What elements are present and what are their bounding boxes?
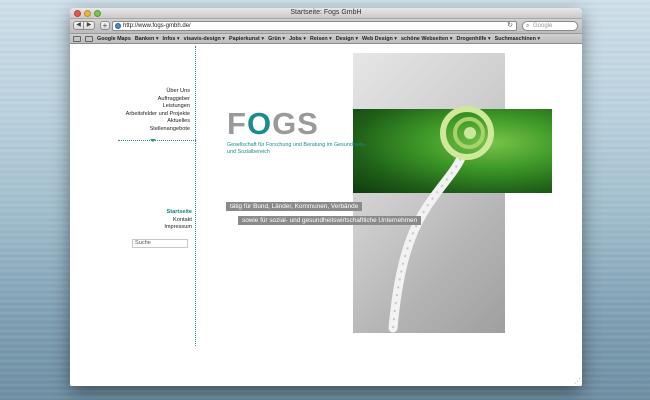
- nav-item-ueber-uns[interactable]: Über Uns: [70, 88, 192, 96]
- banner-line-2: sowie für sozial- und gesundheitswirtsch…: [238, 216, 422, 225]
- bookmark-item[interactable]: Drogenhilfe ▾: [456, 36, 490, 42]
- bookmark-item[interactable]: Design ▾: [336, 36, 358, 42]
- back-button[interactable]: ◀: [73, 21, 84, 30]
- bookmark-item[interactable]: Infos ▾: [163, 36, 180, 42]
- bookmark-item[interactable]: Reisen ▾: [310, 36, 332, 42]
- bookmark-item[interactable]: Papierkunst ▾: [229, 36, 264, 42]
- nav-item-startseite[interactable]: Startseite: [70, 209, 193, 217]
- bookmark-item[interactable]: Suchmaschinen ▾: [495, 36, 541, 42]
- bookmark-item[interactable]: visavis-design ▾: [184, 36, 225, 42]
- title-bar: Startseite: Fogs GmbH: [70, 8, 582, 19]
- reload-icon[interactable]: ↻: [507, 22, 513, 30]
- fogs-logo: FOGS: [227, 106, 319, 141]
- globe-icon: [115, 23, 121, 29]
- address-bar[interactable]: http://www.fogs-gmbh.de/ ↻: [112, 21, 517, 31]
- nav-item-kontakt[interactable]: Kontakt: [70, 217, 192, 225]
- search-placeholder: Google: [533, 23, 553, 29]
- resize-grip-icon[interactable]: ⋰: [574, 377, 581, 385]
- browser-window: Startseite: Fogs GmbH ◀ ▶ + http://www.f…: [70, 8, 582, 386]
- nav-item-arbeitsfelder[interactable]: Arbeitsfelder und Projekte: [70, 111, 192, 119]
- url-text: http://www.fogs-gmbh.de/: [123, 23, 191, 29]
- reading-list-icon[interactable]: [73, 35, 81, 42]
- bookmarks-bar: Google Maps Banken ▾ Infos ▾ visavis-des…: [70, 34, 582, 44]
- nav-item-impressum[interactable]: Impressum: [70, 224, 192, 232]
- logo-letter-f: F: [227, 106, 247, 141]
- nav-divider: [118, 140, 196, 141]
- browser-toolbar: ◀ ▶ + http://www.fogs-gmbh.de/ ↻ ⌕ Googl…: [70, 19, 582, 34]
- logo-letter-o: O: [246, 106, 273, 141]
- bookmarks-grid-icon[interactable]: [85, 35, 93, 42]
- secondary-nav: Startseite Kontakt Impressum: [70, 209, 192, 232]
- bookmark-item[interactable]: Google Maps: [97, 36, 131, 42]
- add-bookmark-button[interactable]: +: [100, 21, 110, 30]
- forward-button[interactable]: ▶: [84, 21, 95, 30]
- search-icon: ⌕: [526, 23, 530, 29]
- site-search-input[interactable]: Suche: [132, 239, 188, 248]
- nav-item-auftraggeber[interactable]: Auftraggeber: [70, 96, 192, 104]
- bookmark-item[interactable]: Grün ▾: [268, 36, 285, 42]
- nav-item-leistungen[interactable]: Leistungen: [70, 103, 192, 111]
- nav-item-aktuelles[interactable]: Aktuelles: [70, 118, 192, 126]
- vertical-divider: [195, 46, 196, 346]
- nav-item-stellenangebote[interactable]: Stellenangebote: [70, 126, 192, 134]
- bookmark-item[interactable]: Banken ▾: [135, 36, 159, 42]
- bookmark-item[interactable]: Web Design ▾: [362, 36, 397, 42]
- fern-stem-illustration: [388, 106, 494, 333]
- logo-letters-gs: GS: [272, 106, 319, 141]
- search-field[interactable]: ⌕ Google: [522, 21, 578, 31]
- main-nav: Über Uns Auftraggeber Leistungen Arbeits…: [70, 88, 192, 133]
- bookmark-item[interactable]: Jobs ▾: [289, 36, 306, 42]
- divider-notch-icon: [150, 139, 156, 142]
- logo-tagline: Gesellschaft für Forschung und Beratung …: [227, 142, 367, 155]
- window-title: Startseite: Fogs GmbH: [290, 9, 362, 16]
- banner-line-1: tätig für Bund, Länder, Kommunen, Verbän…: [226, 202, 363, 211]
- web-page: Über Uns Auftraggeber Leistungen Arbeits…: [70, 46, 582, 386]
- bookmark-item[interactable]: schöne Webseiten ▾: [401, 36, 452, 42]
- nav-buttons: ◀ ▶: [73, 21, 95, 30]
